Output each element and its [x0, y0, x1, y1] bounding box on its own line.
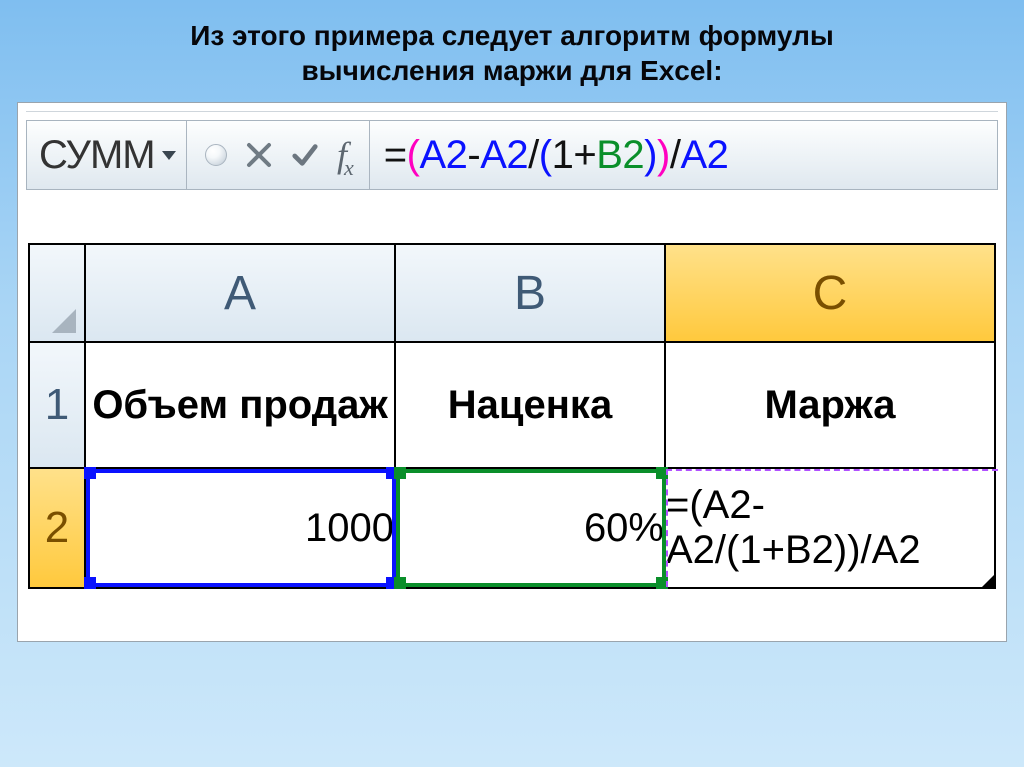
row-header-1[interactable]: 1 — [29, 342, 85, 468]
cancel-button[interactable] — [245, 132, 273, 178]
formula-div1: / — [528, 133, 539, 178]
name-box[interactable]: СУММ — [27, 121, 187, 189]
column-header-a[interactable]: A — [85, 244, 395, 342]
cell-b1[interactable]: Наценка — [395, 342, 665, 468]
enter-button[interactable] — [291, 132, 319, 178]
cell-b2[interactable]: 60% — [395, 468, 665, 588]
name-box-dropdown-icon[interactable] — [160, 146, 178, 164]
formula-one-plus: 1+ — [552, 133, 597, 178]
formula-ref-a2: A2 — [480, 133, 528, 178]
formula-minus: - — [467, 133, 480, 178]
formula-ref-a3: A2 — [680, 133, 728, 178]
select-all-corner[interactable] — [29, 244, 85, 342]
title-line1: Из этого примера следует алгоритм формул… — [190, 20, 834, 51]
excel-screenshot: СУММ — [17, 102, 1007, 642]
fill-handle-dogear — [982, 573, 996, 587]
formula-ref-b: B2 — [596, 133, 644, 178]
formula-outer-open: ( — [407, 133, 420, 178]
formula-inner-open: ( — [539, 133, 552, 178]
range-selector-icon[interactable] — [205, 144, 227, 166]
cell-a2[interactable]: 1000 — [85, 468, 395, 588]
page-title: Из этого примера следует алгоритм формул… — [62, 18, 962, 88]
formula-div2: / — [670, 133, 681, 178]
name-box-value: СУММ — [39, 133, 155, 178]
column-header-b[interactable]: B — [395, 244, 665, 342]
formula-ref-a1: A2 — [419, 133, 467, 178]
insert-function-button[interactable]: fx — [337, 134, 351, 176]
title-line2: вычисления маржи для Excel: — [301, 55, 722, 86]
formula-input[interactable]: = ( A2 - A2 / ( 1+ B2 ) ) / A2 — [370, 121, 997, 189]
cell-a1[interactable]: Объем продаж — [85, 342, 395, 468]
cell-grid: A B C 1 Объем продаж Наценка Маржа 2 100… — [28, 243, 996, 631]
cell-c2[interactable]: =(A2-A2/(1+B2))/A2 — [665, 468, 995, 588]
formula-inner-close: ) — [644, 133, 657, 178]
formula-outer-close: ) — [657, 133, 670, 178]
formula-eq: = — [384, 133, 407, 178]
formula-bar-area: СУММ — [26, 111, 998, 205]
row-header-2[interactable]: 2 — [29, 468, 85, 588]
column-header-c[interactable]: C — [665, 244, 995, 342]
cell-c1[interactable]: Маржа — [665, 342, 995, 468]
